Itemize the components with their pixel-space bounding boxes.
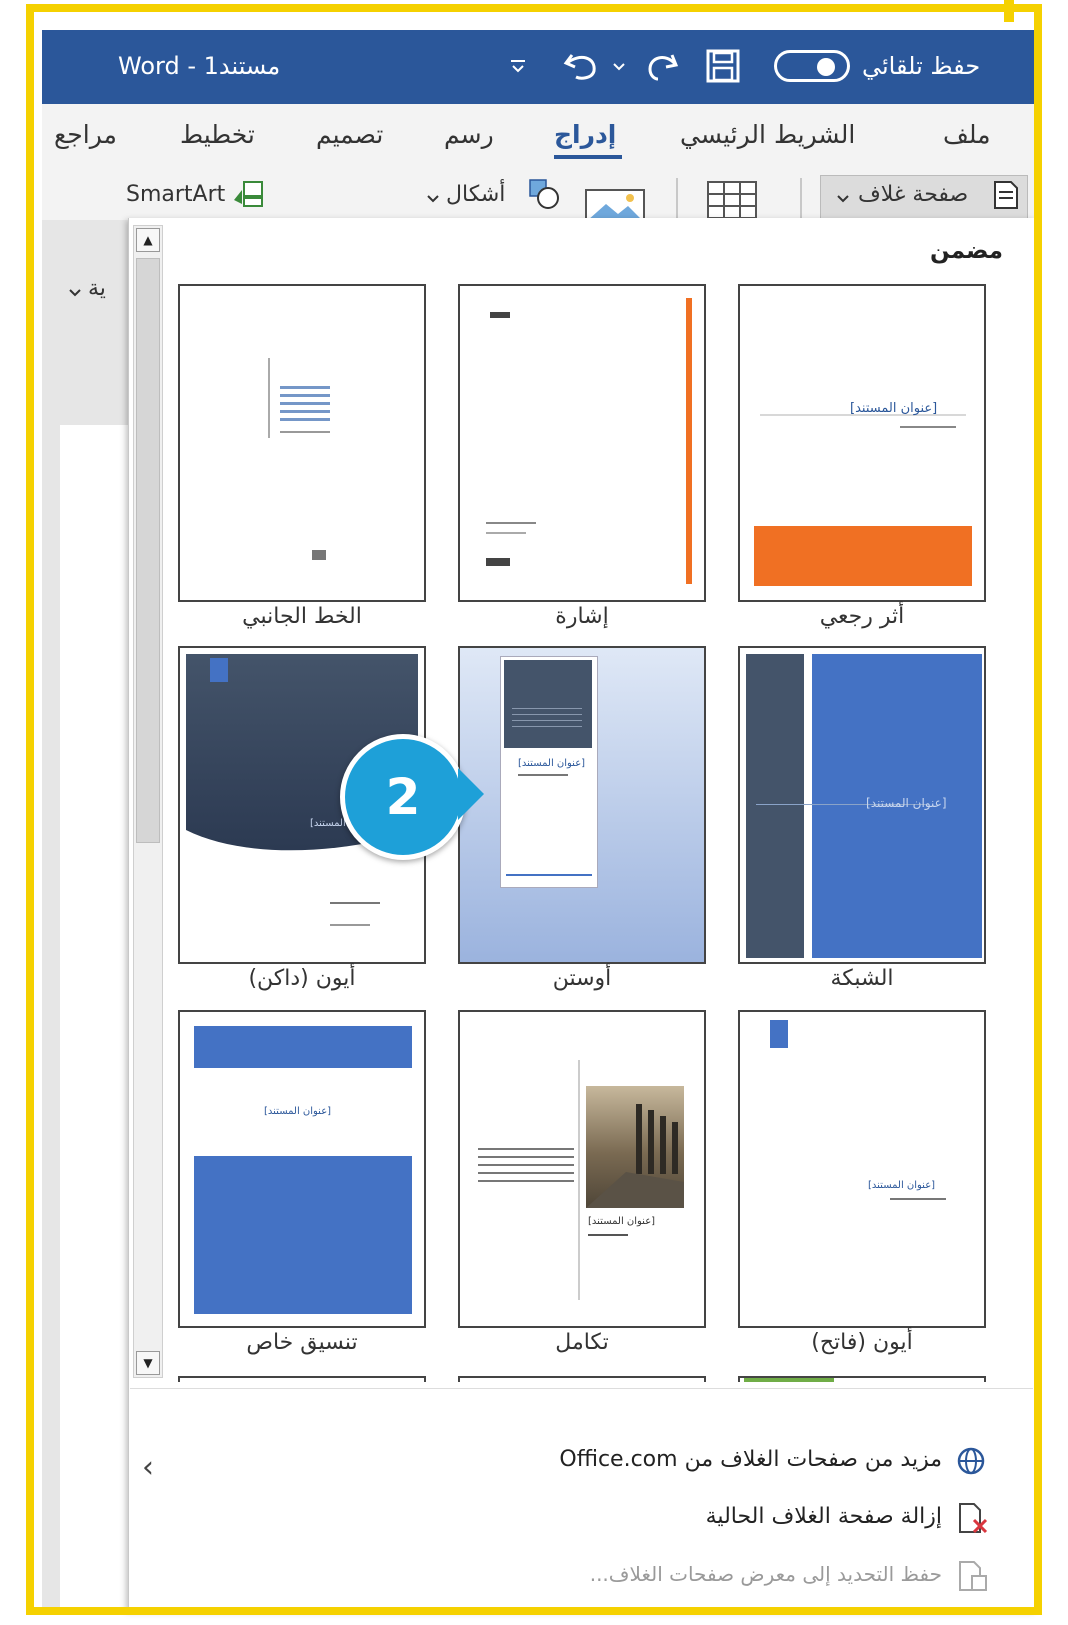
highlight-frame: [26, 4, 1042, 1615]
highlight-frame-tick: [1004, 0, 1014, 22]
